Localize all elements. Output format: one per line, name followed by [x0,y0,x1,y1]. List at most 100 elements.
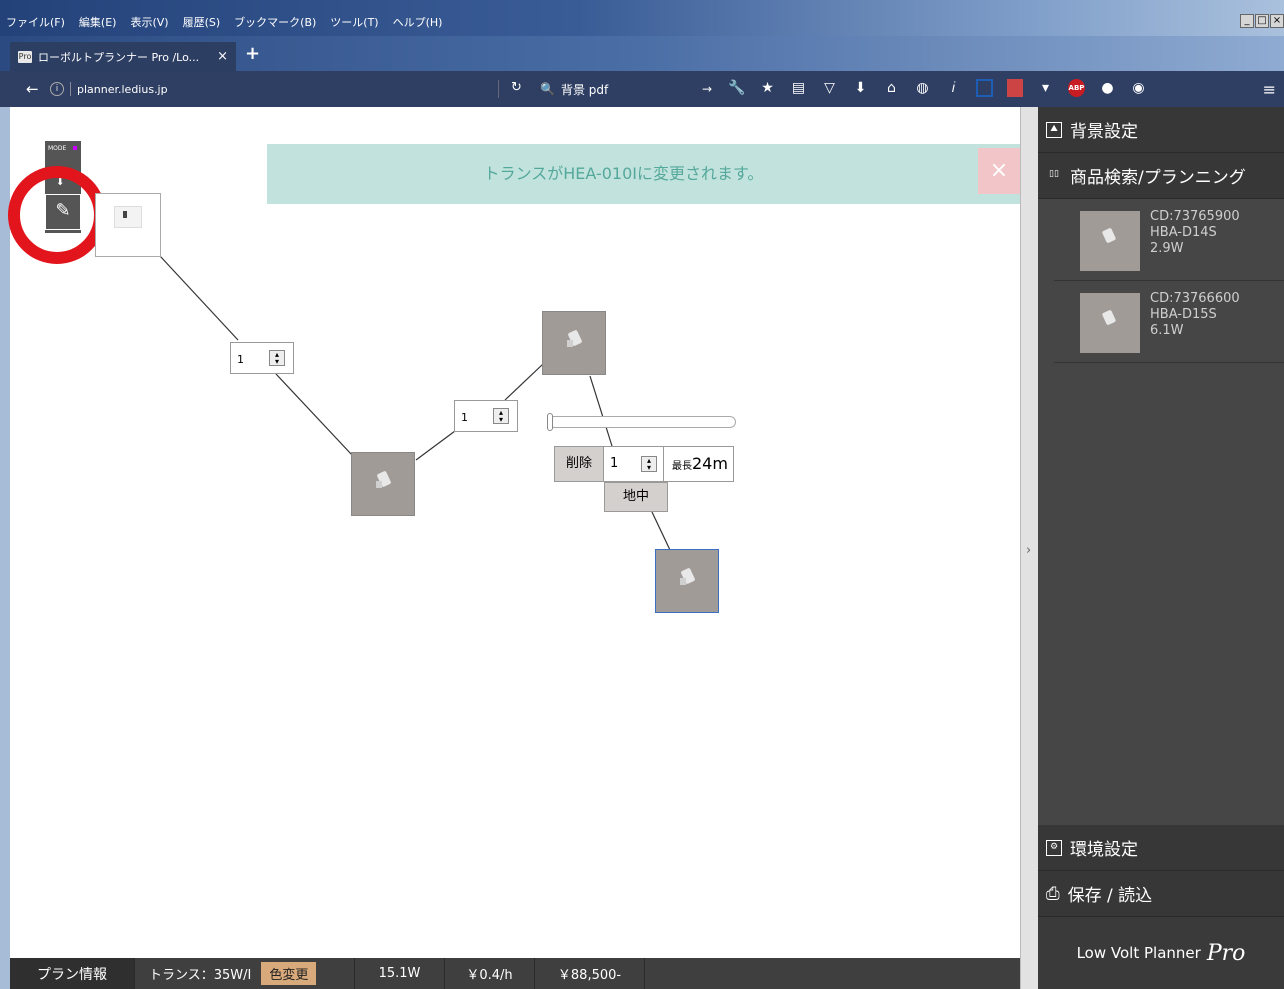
total-price: ￥88,500- [535,958,645,989]
printer-icon: ⎙ [1046,883,1060,904]
browser-tab[interactable]: Pro ローボルトプランナー Pro /Lo... × [10,42,236,71]
wattage-value: 15.1W [355,958,445,989]
url-separator [70,82,71,96]
tab-title: ローボルトプランナー Pro /Lo... [38,50,200,64]
product-info: CD:73766600 HBA-D15S 6.1W [1150,291,1240,339]
search-bar[interactable]: 🔍 背景 pdf → [540,80,712,98]
search-text: 背景 pdf [560,82,609,97]
product-thumbnail [1080,293,1140,353]
list-item[interactable]: CD:73765900 HBA-D14S 2.9W [1054,199,1284,281]
nav-bar: ← i planner.ledius.jp ↻ 🔍 背景 pdf → 🔧 ★ ▤… [0,71,1284,107]
mode-indicator-dot [73,146,77,150]
menu-tools[interactable]: ツール(T) [330,14,378,30]
underground-button[interactable]: 地中 [604,482,668,512]
brand-name: Low Volt Planner [1076,944,1201,962]
extension-icon[interactable] [1007,79,1023,97]
reading-list-icon[interactable]: ▤ [790,79,807,97]
menu-edit[interactable]: 編集(E) [79,14,117,30]
light-node[interactable] [542,311,606,375]
length-slider[interactable] [547,413,736,431]
mode-label: MODE [48,145,67,152]
brand-logo: Low Volt Planner Pro [1038,917,1284,989]
sidebar-item-product-search[interactable]: ▯▯ 商品検索/プランニング [1038,153,1284,199]
product-cd: CD:73766600 [1150,291,1240,306]
quantity-input-2[interactable]: 1 ▴ ▾ [454,400,518,432]
tab-bar: Pro ローボルトプランナー Pro /Lo... × + [0,36,1284,71]
sidebar-item-label: 商品検索/プランニング [1070,168,1246,188]
spinner-icon[interactable]: ▴ ▾ [493,408,509,424]
light-node-selected[interactable] [655,549,719,613]
sidebar: ⛰ 背景設定 ▯▯ 商品検索/プランニング CD:73765900 HBA-D1… [1038,107,1284,989]
minimize-icon[interactable]: _ [1240,14,1254,28]
window-border [0,107,10,989]
addon-icon[interactable]: ● [1099,79,1116,97]
url-bar[interactable]: i planner.ledius.jp [50,80,492,98]
sidebar-item-save-load[interactable]: ⎙ 保存 / 読込 [1038,871,1284,917]
screenshot-icon[interactable] [976,79,993,97]
list-item[interactable]: CD:73766600 HBA-D15S 6.1W [1054,281,1284,363]
transformer-label: トランス：35W/I [149,968,252,983]
reload-icon[interactable]: ↻ [498,80,534,98]
wire-edit-controls: 削除 1 ▴ ▾ 最長24m [554,446,734,482]
tab-close-icon[interactable]: × [217,49,228,64]
sidebar-item-env-settings[interactable]: ⚙ 環境設定 [1038,825,1284,871]
new-tab-button[interactable]: + [245,45,260,63]
menu-bookmarks[interactable]: ブックマーク(B) [234,14,316,30]
book-icon: ▯▯ [1049,168,1059,179]
sidebar-bottom: ⚙ 環境設定 ⎙ 保存 / 読込 Low Volt Planner Pro [1038,825,1284,989]
globe-icon[interactable]: ◍ [914,79,931,97]
product-model: HBA-D15S [1150,307,1217,322]
search-go-icon[interactable]: → [702,82,712,96]
length-input[interactable]: 1 ▴ ▾ [604,446,664,482]
toolbar-icons: 🔧 ★ ▤ ▽ ⬇ ⌂ ◍ 𝑖 ▾ ABP ● ◉ [728,79,1147,97]
menu-bar: ファイル(F) 編集(E) 表示(V) 履歴(S) ブックマーク(B) ツール(… [0,0,1284,36]
quantity-value: 1 [237,353,244,366]
max-length-prefix: 最長 [672,461,692,472]
menu-file[interactable]: ファイル(F) [6,14,65,30]
planner-canvas[interactable] [10,107,1020,958]
slider-knob[interactable] [547,413,553,431]
close-window-icon[interactable]: × [1270,14,1284,28]
adblock-icon[interactable]: ABP [1068,79,1085,97]
info-italic-icon[interactable]: 𝑖 [945,79,962,97]
back-arrow-icon[interactable]: ← [26,80,39,98]
product-watt: 2.9W [1150,241,1184,256]
home-icon[interactable]: ⌂ [883,79,900,97]
product-cd: CD:73765900 [1150,209,1240,224]
max-length-value: 24m [692,454,728,473]
window-controls: _ □ × [1240,14,1284,28]
search-icon: 🔍 [540,82,555,96]
bookmark-star-icon[interactable]: ★ [759,79,776,97]
notice-close-icon[interactable]: × [978,148,1020,194]
wrench-icon[interactable]: 🔧 [728,79,745,97]
quantity-input-1[interactable]: 1 ▴ ▾ [230,342,294,374]
info-icon[interactable]: i [50,82,64,96]
menu-help[interactable]: ヘルプ(H) [393,14,443,30]
quantity-value: 1 [461,411,468,424]
hamburger-menu-icon[interactable]: ≡ [1263,80,1276,99]
product-list: CD:73765900 HBA-D14S 2.9W CD:73766600 HB… [1038,199,1284,825]
spinner-icon[interactable]: ▴ ▾ [269,350,285,366]
transformer-cell: トランス：35W/I 色変更 [135,958,355,989]
pocket-icon[interactable]: ▽ [821,79,838,97]
download-icon[interactable]: ⬇ [852,79,869,97]
spinner-icon[interactable]: ▴ ▾ [641,456,657,472]
settings-sliders-icon: ⚙ [1046,839,1062,856]
dropdown-icon[interactable]: ▾ [1037,79,1054,97]
sidebar-toggle[interactable]: › [1020,107,1038,989]
url-host: planner.ledius.jp [77,82,168,96]
sidebar-item-background[interactable]: ⛰ 背景設定 [1038,107,1284,153]
maximize-icon[interactable]: □ [1255,14,1269,28]
max-length-label: 最長24m [664,446,734,482]
menu-view[interactable]: 表示(V) [130,14,168,30]
notice-banner: トランスがHEA-010Iに変更されます。 [267,144,1020,204]
delete-button[interactable]: 削除 [554,446,604,482]
transformer-node[interactable] [95,193,161,257]
menu-history[interactable]: 履歴(S) [183,14,221,30]
sidebar-item-label: 背景設定 [1070,122,1138,142]
light-node[interactable] [351,452,415,516]
highlight-circle [8,166,106,264]
color-picker-icon[interactable]: ◉ [1130,79,1147,97]
plan-info-button[interactable]: プラン情報 [10,958,135,989]
color-change-button[interactable]: 色変更 [261,962,317,985]
